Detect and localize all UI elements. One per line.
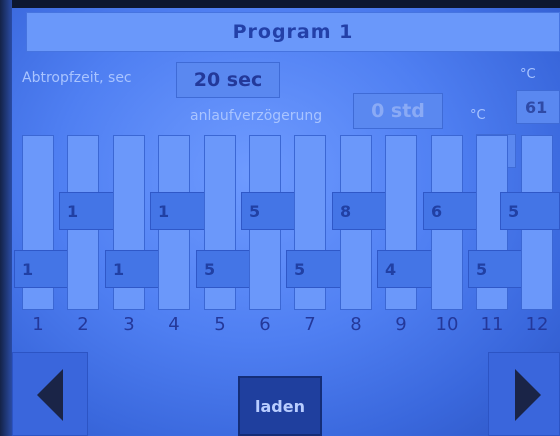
step-number: 9	[395, 314, 407, 335]
step-value-marker[interactable]: 1	[150, 192, 210, 230]
step-number: 2	[77, 314, 89, 335]
step-value-marker[interactable]: 1	[14, 250, 74, 288]
step-number: 5	[214, 314, 226, 335]
step-value-marker[interactable]: 8	[332, 192, 392, 230]
temperature-field-top[interactable]: 61	[516, 90, 560, 124]
temperature-unit-label: °C	[470, 108, 486, 123]
step-number: 6	[259, 314, 271, 335]
previous-button[interactable]	[12, 352, 88, 436]
step-number: 3	[123, 314, 135, 335]
step-number: 1	[32, 314, 44, 335]
program-title: Program 1	[232, 21, 354, 43]
start-delay-field[interactable]: 0 std	[353, 93, 443, 129]
arrow-left-icon	[37, 369, 63, 421]
next-button[interactable]	[488, 352, 560, 436]
touch-screen: Program 1 Abtropfzeit, sec 20 sec anlauf…	[0, 0, 560, 436]
step-number: 11	[480, 314, 504, 335]
step-number: 4	[168, 314, 180, 335]
step-value-marker[interactable]: 1	[105, 250, 165, 288]
drip-time-field[interactable]: 20 sec	[176, 62, 280, 98]
step-number: 8	[350, 314, 362, 335]
program-title-bar[interactable]: Program 1	[26, 12, 560, 52]
step-number: 12	[525, 314, 549, 335]
drip-time-label: Abtropfzeit, sec	[22, 70, 132, 86]
step-value-marker[interactable]: 4	[377, 250, 437, 288]
arrow-right-icon	[515, 369, 541, 421]
temperature-unit-label-top: °C	[520, 67, 536, 82]
step-number: 10	[435, 314, 459, 335]
step-value-marker[interactable]: 6	[423, 192, 483, 230]
start-delay-label: anlaufverzögerung	[190, 108, 323, 124]
step-value-marker[interactable]: 5	[500, 192, 560, 230]
step-value-marker[interactable]: 5	[468, 250, 528, 288]
load-button-label: laden	[255, 396, 305, 416]
step-value-marker[interactable]: 5	[241, 192, 301, 230]
step-value-marker[interactable]: 1	[59, 192, 119, 230]
load-button[interactable]: laden	[238, 376, 322, 436]
screen-bezel-top	[0, 0, 560, 8]
step-value-marker[interactable]: 5	[196, 250, 256, 288]
step-value-marker[interactable]: 5	[286, 250, 346, 288]
step-number: 7	[304, 314, 316, 335]
screen-bezel-left	[0, 0, 12, 436]
